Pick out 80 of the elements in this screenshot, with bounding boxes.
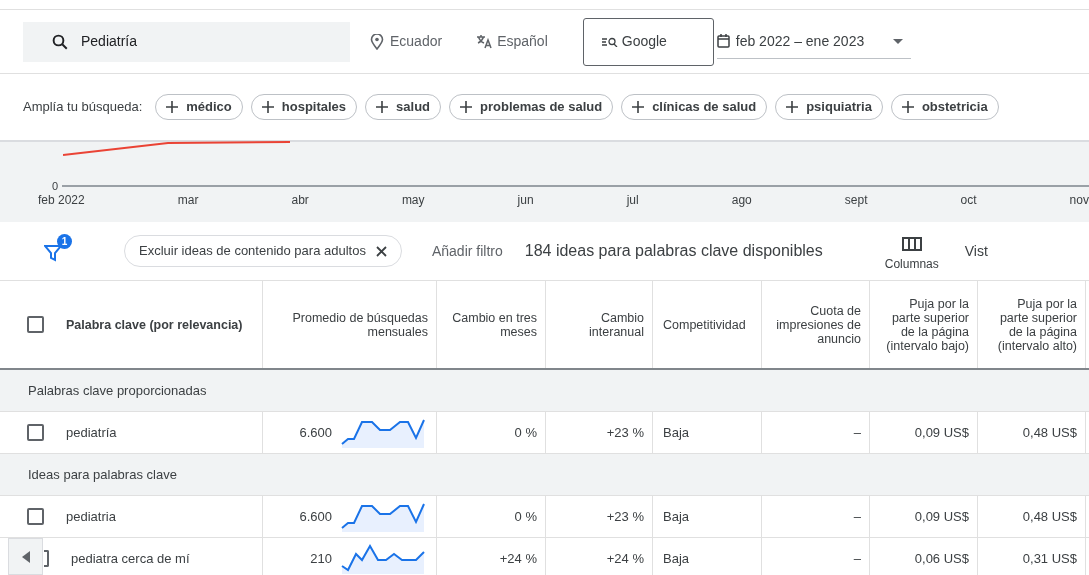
search-icon <box>51 32 69 51</box>
checkbox[interactable] <box>27 316 44 333</box>
table-cell-text: 6.600 <box>299 423 332 442</box>
close-icon[interactable] <box>375 245 387 257</box>
plus-icon <box>901 101 914 113</box>
checkbox[interactable] <box>44 550 49 567</box>
table-cell-text: Baja <box>663 507 690 526</box>
month-label: feb 2022 <box>38 192 85 209</box>
plus-icon <box>376 101 389 113</box>
columns-button[interactable]: Columnas <box>884 237 939 273</box>
add-filter-button[interactable]: Añadir filtro <box>431 240 503 262</box>
filter-count-badge: 1 <box>57 234 72 249</box>
month-label: oct <box>960 192 977 209</box>
search-network-icon <box>601 36 618 47</box>
table-cell-text: Baja <box>663 423 690 442</box>
table-cell-text: – <box>853 423 861 442</box>
keyword-cell-text: pediatria <box>66 507 116 526</box>
filter-chip-label: Excluir ideas de contenido para adultos <box>139 242 366 261</box>
table-cell-text: +24 % <box>606 549 644 568</box>
column-header[interactable]: Cambio interanual <box>554 310 644 339</box>
caret-icon <box>892 38 903 44</box>
table-cell-text: 0 % <box>514 423 537 442</box>
filter-icon[interactable] <box>44 244 62 262</box>
month-label: sept <box>844 192 868 209</box>
calendar-icon <box>716 34 730 48</box>
group-header: Ideas para palabras clave <box>28 465 177 484</box>
table-cell-text: Baja <box>663 549 690 568</box>
language-button[interactable]: Español <box>476 31 548 52</box>
search-value: Pediatría <box>81 32 138 51</box>
columns-icon <box>901 237 922 251</box>
column-header[interactable]: Promedio de búsquedas mensuales <box>271 310 428 339</box>
plus-icon <box>786 101 799 113</box>
month-label: jul <box>626 192 639 209</box>
month-label: jun <box>517 192 534 209</box>
month-label: nov <box>1069 192 1089 209</box>
location-button[interactable]: Ecuador <box>370 31 443 52</box>
month-label: ago <box>731 192 752 209</box>
search-field[interactable]: Pediatría <box>23 21 350 62</box>
location-pin-icon <box>370 33 384 50</box>
column-header[interactable]: Competitividad <box>663 317 746 332</box>
column-header[interactable]: Puja por la parte superior de la página (intervalo alto) <box>986 296 1077 353</box>
plus-icon <box>632 101 645 113</box>
table-cell-text: +23 % <box>606 507 644 526</box>
table-cell-text: +24 % <box>499 549 537 568</box>
month-label: abr <box>291 192 309 209</box>
translate-icon <box>476 34 494 49</box>
column-header[interactable]: Cuota de impresiones de anuncio <box>770 303 861 346</box>
month-label: mar <box>177 192 199 209</box>
plus-icon <box>460 101 473 113</box>
table-cell-text: 0,09 US$ <box>914 423 969 442</box>
network-button[interactable]: Google <box>582 17 714 66</box>
scroll-left-button[interactable] <box>8 538 43 575</box>
keyword-cell-text: pediatría <box>66 423 117 442</box>
table-cell-text: 6.600 <box>299 507 332 526</box>
broaden-label: Amplía tu búsqueda: <box>23 98 143 117</box>
table-cell-text: 0,31 US$ <box>1022 549 1077 568</box>
view-button[interactable]: Vist <box>964 240 988 262</box>
group-header: Palabras clave proporcionadas <box>28 381 207 400</box>
keyword-cell-text: pediatra cerca de mí <box>71 549 190 568</box>
table-cell-text: +23 % <box>606 423 644 442</box>
plus-icon <box>166 101 179 113</box>
checkbox[interactable] <box>27 508 44 525</box>
checkbox[interactable] <box>27 424 44 441</box>
table-cell-text: 0,48 US$ <box>1022 423 1077 442</box>
table-cell-text: – <box>853 507 861 526</box>
ideas-summary: 184 ideas para palabras clave disponibles <box>524 241 823 261</box>
table-cell-text: – <box>853 549 861 568</box>
month-label: may <box>401 192 425 209</box>
table-cell-text: 0,09 US$ <box>914 507 969 526</box>
table-cell-text: 210 <box>310 549 332 568</box>
table-cell-text: 0 % <box>514 507 537 526</box>
left-arrow-icon <box>21 550 30 563</box>
axis-tick-label: 0 <box>52 179 59 194</box>
plus-icon <box>261 101 274 113</box>
table-cell-text: 0,06 US$ <box>914 549 969 568</box>
column-header[interactable]: Cambio en tres meses <box>445 310 537 339</box>
column-header[interactable]: Puja por la parte superior de la página (intervalo bajo) <box>878 296 969 353</box>
table-cell-text: 0,48 US$ <box>1022 507 1077 526</box>
column-header[interactable]: Palabra clave (por relevancia) <box>66 317 243 332</box>
date-range-dropdown[interactable]: feb 2022 – ene 2023 <box>716 24 911 59</box>
